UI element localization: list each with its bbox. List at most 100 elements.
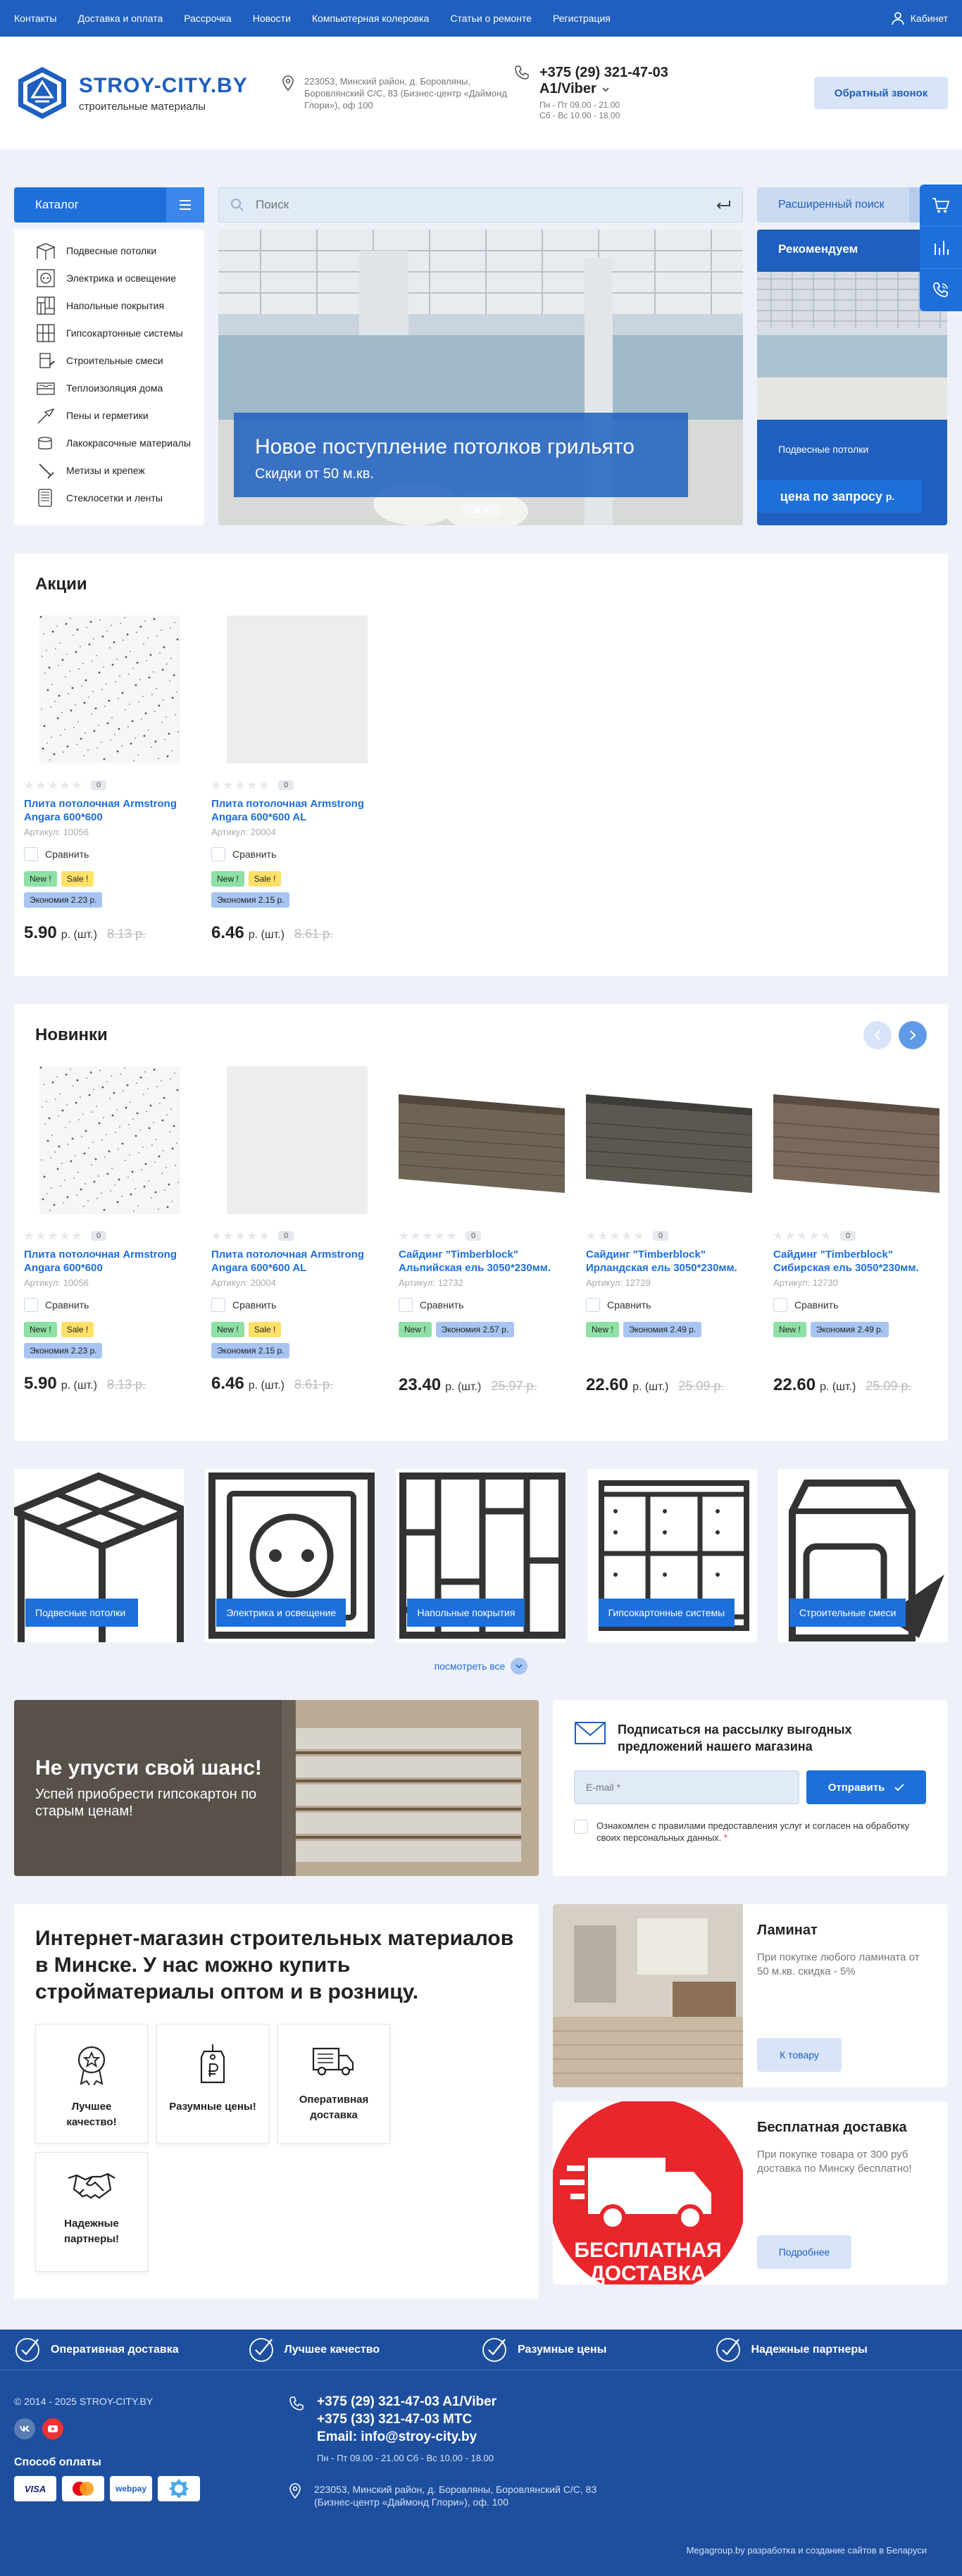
recommend-price[interactable]: цена по запросу р.	[757, 480, 922, 513]
product-name-link[interactable]: Плита потолочная Armstrong Angara 600*60…	[211, 1248, 377, 1275]
product-name-link[interactable]: Плита потолочная Armstrong Angara 600*60…	[24, 1248, 190, 1275]
review-count: 0	[653, 1231, 669, 1241]
carousel-next-button[interactable]	[899, 1021, 927, 1049]
slider-dot[interactable]	[474, 508, 480, 513]
product-image-wrap[interactable]	[211, 615, 377, 770]
compare-checkbox[interactable]	[24, 1298, 38, 1312]
catalog-item-floors[interactable]: Напольные покрытия	[35, 292, 204, 319]
search-input[interactable]	[256, 198, 704, 212]
top-link-contacts[interactable]: Контакты	[14, 13, 56, 24]
product-image[interactable]	[586, 1066, 752, 1214]
address-text: 223053, Минский район, д. Боровляны, Бор…	[304, 75, 507, 111]
top-link-articles[interactable]: Статьи о ремонте	[450, 13, 532, 24]
logo[interactable]: STROY-CITY.BY строительные материалы	[14, 65, 282, 121]
product-image[interactable]	[227, 615, 368, 763]
product-image[interactable]	[39, 1066, 180, 1214]
catalog-item-ceilings[interactable]: Подвесные потолки	[35, 237, 204, 264]
compare-toggle[interactable]: Сравнить	[24, 847, 190, 861]
category-card-drywall[interactable]: Гипсокартонные системы	[587, 1469, 757, 1642]
catalog-item-mixes[interactable]: Строительные смеси	[35, 346, 204, 374]
slider-dot[interactable]	[484, 508, 489, 513]
price-value: 22.60	[586, 1375, 629, 1394]
product-image-wrap[interactable]	[586, 1066, 752, 1221]
cabinet-link[interactable]: Кабинет	[891, 11, 948, 25]
product-image-wrap[interactable]	[24, 615, 190, 770]
delivery-button[interactable]: Подробнее	[757, 2235, 851, 2269]
catalog-item-hardware[interactable]: Метизы и крепеж	[35, 456, 204, 484]
fixed-sidebar	[920, 185, 962, 311]
compare-toggle[interactable]: Сравнить	[211, 847, 377, 861]
mastercard-icon	[62, 2476, 104, 2501]
subscribe-button[interactable]: Отправить	[806, 1770, 926, 1804]
sale-products: 0 Плита потолочная Armstrong Angara 600*6…	[24, 615, 916, 943]
product-image[interactable]	[399, 1066, 565, 1214]
compare-checkbox[interactable]	[399, 1298, 413, 1312]
catalog-item-paints[interactable]: Лакокрасочные материалы	[35, 429, 204, 456]
top-link-tinting[interactable]: Компьютерная колеровка	[312, 13, 429, 24]
catalog-item-insulation[interactable]: Теплоизоляция дома	[35, 374, 204, 401]
recommend-card[interactable]: Рекомендуем Подвесные потолки цена по за…	[757, 230, 947, 525]
footer-feature: Разумные цены	[481, 2330, 715, 2370]
youtube-icon[interactable]	[42, 2418, 63, 2439]
product-name-link[interactable]: Сайдинг "Timberblock" Ирландская ель 305…	[586, 1248, 752, 1275]
product-image-wrap[interactable]	[773, 1066, 939, 1221]
advanced-search-button[interactable]: Расширенный поиск	[757, 187, 947, 223]
enter-icon[interactable]	[716, 199, 731, 211]
developer-link[interactable]: Megagroup.by разработка и создание сайто…	[687, 2545, 927, 2556]
compare-checkbox[interactable]	[211, 1298, 225, 1312]
catalog-item-foams[interactable]: Пены и герметики	[35, 401, 204, 429]
compare-checkbox[interactable]	[211, 847, 225, 861]
category-card-floors[interactable]: Напольные покрытия	[396, 1469, 566, 1642]
footer-phone-1[interactable]: +375 (29) 321-47-03 A1/Viber	[317, 2393, 496, 2411]
laminate-button[interactable]: К товару	[757, 2038, 842, 2072]
top-link-register[interactable]: Регистрация	[553, 13, 611, 24]
promo-banner[interactable]: Не упусти свой шанс! Успей приобрести ги…	[14, 1700, 539, 1876]
top-link-installment[interactable]: Рассрочка	[184, 13, 231, 24]
product-name-link[interactable]: Сайдинг "Timberblock" Сибирская ель 3050…	[773, 1248, 939, 1275]
cart-icon[interactable]	[920, 185, 962, 227]
carousel-prev-button[interactable]	[863, 1021, 892, 1049]
footer-email[interactable]: Email: info@stroy-city.by	[317, 2428, 496, 2446]
top-link-news[interactable]: Новости	[253, 13, 291, 24]
category-card-ceilings[interactable]: Подвесные потолки	[14, 1469, 185, 1642]
hero-slider[interactable]: Новое поступление потолков грильято Скид…	[218, 230, 743, 525]
product-name-link[interactable]: Сайдинг "Timberblock" Альпийская ель 305…	[399, 1248, 565, 1275]
compare-icon[interactable]	[920, 227, 962, 269]
product-image-wrap[interactable]	[399, 1066, 565, 1221]
product-image-wrap[interactable]	[211, 1066, 377, 1221]
consent-checkbox[interactable]	[574, 1820, 588, 1834]
product-image[interactable]	[227, 1066, 368, 1214]
category-card-electrics[interactable]: Электрика и освещение	[205, 1469, 375, 1642]
email-field[interactable]	[574, 1770, 799, 1804]
catalog-button[interactable]: Каталог	[14, 187, 204, 223]
phone-number[interactable]: +375 (29) 321-47-03	[539, 65, 668, 81]
see-all-link[interactable]: посмотреть все	[0, 1658, 962, 1675]
compare-checkbox[interactable]	[24, 847, 38, 861]
catalog-item-drywall[interactable]: Гипсокартонные системы	[35, 319, 204, 346]
compare-checkbox[interactable]	[586, 1298, 600, 1312]
phone-call-icon[interactable]	[920, 269, 962, 311]
compare-checkbox[interactable]	[773, 1298, 787, 1312]
callback-button[interactable]: Обратный звонок	[814, 77, 948, 109]
product-name-link[interactable]: Плита потолочная Armstrong Angara 600*60…	[211, 797, 377, 824]
compare-toggle[interactable]: Сравнить	[773, 1298, 939, 1312]
compare-toggle[interactable]: Сравнить	[399, 1298, 565, 1312]
compare-toggle[interactable]: Сравнить	[211, 1298, 377, 1312]
product-image[interactable]	[773, 1066, 939, 1214]
footer-phone-2[interactable]: +375 (33) 321-47-03 МТС	[317, 2411, 496, 2428]
top-link-delivery[interactable]: Доставка и оплата	[77, 13, 163, 24]
product-image[interactable]	[39, 615, 180, 763]
compare-toggle[interactable]: Сравнить	[586, 1298, 752, 1312]
phone-icon	[515, 65, 529, 80]
star-icon	[809, 1231, 819, 1240]
catalog-item-mesh[interactable]: Стеклосетки и ленты	[35, 484, 204, 511]
catalog-menu: Подвесные потолки Электрика и освещение …	[14, 230, 204, 525]
product-image-wrap[interactable]	[24, 1066, 190, 1221]
phone-operator-select[interactable]: A1/Viber	[539, 81, 668, 97]
compare-toggle[interactable]: Сравнить	[24, 1298, 190, 1312]
category-card-mixes[interactable]: Строительные смеси	[777, 1469, 949, 1642]
vk-icon[interactable]	[14, 2418, 35, 2439]
catalog-item-electrics[interactable]: Электрика и освещение	[35, 264, 204, 292]
consent-text: Ознакомлен с правилами предоставления ус…	[596, 1820, 926, 1844]
product-name-link[interactable]: Плита потолочная Armstrong Angara 600*60…	[24, 797, 190, 824]
